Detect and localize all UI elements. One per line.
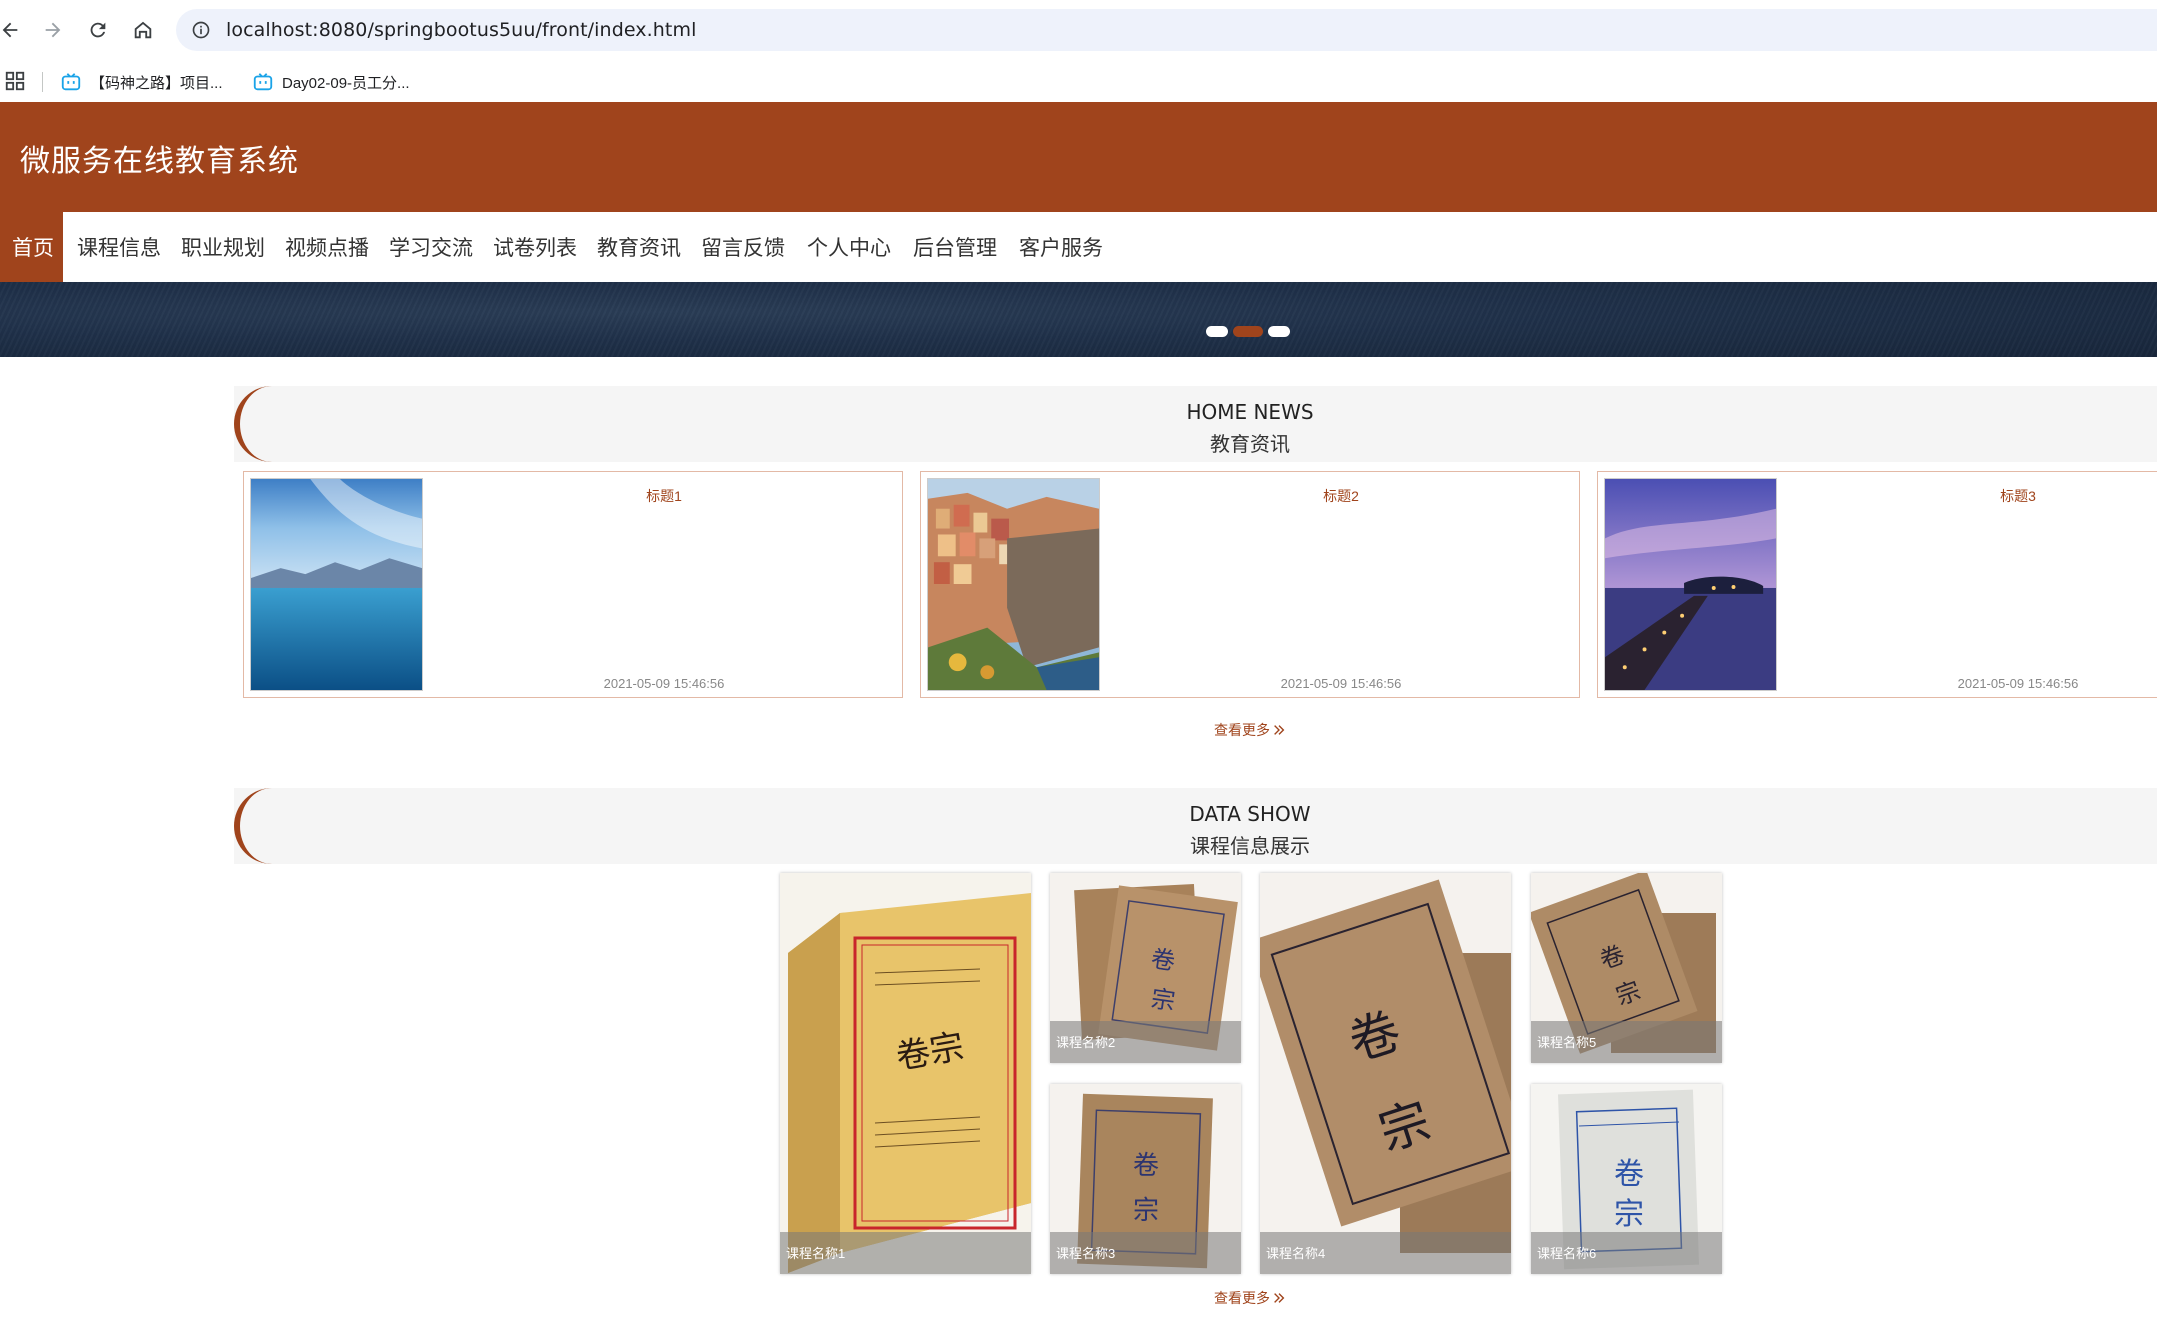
address-bar[interactable]: localhost:8080/springbootus5uu/front/ind… [176, 9, 2157, 51]
news-card[interactable]: 标题1 2021-05-09 15:46:56 [243, 471, 903, 698]
double-chevron-right-icon [1274, 725, 1285, 735]
news-thumbnail[interactable] [1604, 478, 1777, 691]
news-time: 2021-05-09 15:46:56 [603, 676, 725, 691]
url-text[interactable]: localhost:8080/springbootus5uu/front/ind… [226, 19, 696, 41]
carousel-dot[interactable] [1206, 326, 1228, 337]
home-icon [134, 21, 152, 39]
news-thumbnail[interactable] [250, 478, 423, 691]
data-more-link[interactable]: 查看更多 [1214, 1288, 1286, 1308]
nav-item-exams[interactable]: 试卷列表 [493, 212, 577, 282]
nav-item-feedback[interactable]: 留言反馈 [701, 212, 785, 282]
forward-button[interactable] [37, 14, 69, 46]
svg-text:卷: 卷 [1133, 1151, 1159, 1181]
course-name[interactable]: 课程名称5 [1537, 1032, 1596, 1051]
data-more-label: 查看更多 [1214, 1290, 1270, 1306]
carousel-dot-active[interactable] [1233, 326, 1263, 337]
news-time: 2021-05-09 15:46:56 [1280, 676, 1402, 691]
svg-text:卷: 卷 [1614, 1157, 1644, 1192]
browser-toolbar: localhost:8080/springbootus5uu/front/ind… [0, 0, 2157, 62]
news-more-link[interactable]: 查看更多 [1214, 720, 1286, 740]
data-cn-title: 课程信息展示 [1190, 834, 1310, 858]
reload-button[interactable] [82, 14, 114, 46]
main-nav: 首页 课程信息 职业规划 视频点播 学习交流 试卷列表 教育资讯 留言反馈 个人… [0, 212, 2157, 282]
news-section-header: HOME NEWS 教育资讯 [234, 386, 2157, 462]
course-name[interactable]: 课程名称2 [1056, 1032, 1115, 1051]
news-more-label: 查看更多 [1214, 722, 1270, 738]
course-tile[interactable]: 卷 宗 课程名称6 [1531, 1084, 1722, 1274]
site-title: 微服务在线教育系统 [20, 144, 299, 179]
svg-text:宗: 宗 [1149, 985, 1177, 1016]
news-card[interactable]: 标题2 2021-05-09 15:46:56 [920, 471, 1580, 698]
bookmark-label: Day02-09-员工分... [282, 74, 410, 92]
news-title[interactable]: 标题2 [1101, 486, 1581, 506]
reload-icon [90, 22, 106, 38]
nav-item-service[interactable]: 客户服务 [1019, 212, 1103, 282]
nav-item-courses[interactable]: 课程信息 [77, 212, 161, 282]
course-tile[interactable]: 卷 宗 课程名称2 [1050, 873, 1241, 1063]
news-thumbnail[interactable] [927, 478, 1100, 691]
nav-item-career[interactable]: 职业规划 [181, 212, 265, 282]
news-title[interactable]: 标题3 [1778, 486, 2157, 506]
news-cn-title: 教育资讯 [1210, 432, 1290, 456]
course-tile[interactable]: 卷 宗 课程名称4 [1260, 873, 1511, 1274]
news-en-title: HOME NEWS [1186, 400, 1314, 424]
svg-text:卷: 卷 [1149, 945, 1177, 976]
bookmarks-bar: 【码神之路】项目... Day02-09-员工分... [0, 62, 2157, 102]
bookmark-item[interactable]: 【码神之路】项目... [60, 68, 223, 96]
banner-carousel[interactable] [0, 282, 2157, 357]
banner-texture [0, 282, 2157, 357]
nav-item-news[interactable]: 教育资讯 [597, 212, 681, 282]
bookmark-tv-icon [253, 73, 273, 91]
news-card[interactable]: 标题3 2021-05-09 15:46:56 [1597, 471, 2157, 698]
nav-item-video[interactable]: 视频点播 [285, 212, 369, 282]
course-tile[interactable]: 卷 宗 课程名称5 [1531, 873, 1722, 1063]
course-tile[interactable]: 卷 宗 课程名称3 [1050, 1084, 1241, 1274]
course-image: 卷 宗 [1260, 873, 1511, 1274]
course-name[interactable]: 课程名称1 [786, 1243, 845, 1262]
data-en-title: DATA SHOW [1189, 802, 1311, 826]
nav-item-home[interactable]: 首页 [0, 212, 63, 282]
nav-item-admin[interactable]: 后台管理 [913, 212, 997, 282]
data-section-header: DATA SHOW 课程信息展示 [234, 788, 2157, 864]
nav-item-forum[interactable]: 学习交流 [389, 212, 473, 282]
back-icon [2, 22, 18, 38]
carousel-dot[interactable] [1268, 326, 1290, 337]
bookmark-label: 【码神之路】项目... [90, 74, 223, 92]
site-header: 微服务在线教育系统 [0, 102, 2157, 212]
info-icon[interactable] [190, 19, 212, 41]
carousel-indicators [1206, 326, 1290, 337]
news-title[interactable]: 标题1 [424, 486, 904, 506]
svg-text:宗: 宗 [1614, 1197, 1644, 1232]
bookmark-separator [42, 72, 43, 92]
home-button[interactable] [127, 14, 159, 46]
double-chevron-right-icon [1274, 1293, 1285, 1303]
apps-icon[interactable] [4, 70, 26, 92]
course-name[interactable]: 课程名称6 [1537, 1243, 1596, 1262]
course-name[interactable]: 课程名称4 [1266, 1243, 1325, 1262]
nav-item-profile[interactable]: 个人中心 [807, 212, 891, 282]
bookmark-item[interactable]: Day02-09-员工分... [252, 68, 410, 96]
bookmark-tv-icon [61, 73, 81, 91]
course-tile[interactable]: 卷宗 课程名称1 [780, 873, 1031, 1274]
svg-text:宗: 宗 [1133, 1196, 1159, 1226]
course-name[interactable]: 课程名称3 [1056, 1243, 1115, 1262]
forward-icon [45, 22, 61, 38]
course-image: 卷宗 [780, 873, 1031, 1274]
back-button[interactable] [0, 14, 26, 46]
news-time: 2021-05-09 15:46:56 [1957, 676, 2079, 691]
